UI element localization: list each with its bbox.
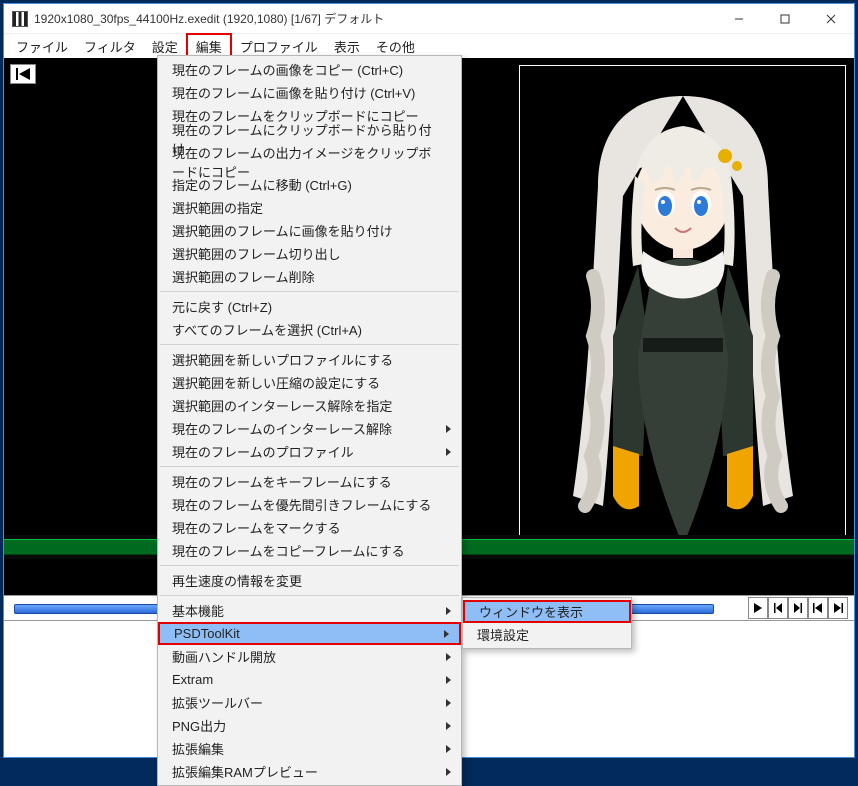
dropdown-separator bbox=[160, 291, 459, 292]
character-image bbox=[543, 76, 823, 566]
dropdown-item[interactable]: 現在のフレームをキーフレームにする bbox=[158, 470, 461, 493]
dropdown-item[interactable]: 選択範囲のフレーム切り出し bbox=[158, 242, 461, 265]
submenu-arrow-icon bbox=[446, 425, 451, 433]
menu-file[interactable]: ファイル bbox=[8, 35, 76, 58]
dropdown-separator bbox=[160, 565, 459, 566]
dropdown-item[interactable]: 現在のフレームの出力イメージをクリップボードにコピー bbox=[158, 150, 461, 173]
window-controls bbox=[716, 4, 854, 34]
maximize-button[interactable] bbox=[762, 4, 808, 34]
dropdown-item[interactable]: 現在のフレームをコピーフレームにする bbox=[158, 539, 461, 562]
submenu-arrow-icon bbox=[446, 699, 451, 707]
submenu-arrow-icon bbox=[446, 745, 451, 753]
dropdown-item[interactable]: 動画ハンドル開放 bbox=[158, 645, 461, 668]
dropdown-item[interactable]: 現在のフレームの画像をコピー (Ctrl+C) bbox=[158, 58, 461, 81]
transport-controls bbox=[748, 595, 848, 621]
window-title: 1920x1080_30fps_44100Hz.exedit (1920,108… bbox=[34, 10, 716, 27]
submenu-arrow-icon bbox=[446, 653, 451, 661]
go-start-button[interactable] bbox=[10, 64, 36, 84]
dropdown-separator bbox=[160, 466, 459, 467]
dropdown-item[interactable]: 拡張編集 bbox=[158, 737, 461, 760]
step-fwd-button[interactable] bbox=[788, 597, 808, 619]
dropdown-item[interactable]: すべてのフレームを選択 (Ctrl+A) bbox=[158, 318, 461, 341]
submenu-item[interactable]: ウィンドウを表示 bbox=[463, 600, 631, 623]
psdtoolkit-submenu: ウィンドウを表示環境設定 bbox=[462, 597, 632, 649]
submenu-arrow-icon bbox=[446, 607, 451, 615]
go-start-button-2[interactable] bbox=[808, 597, 828, 619]
submenu-arrow-icon bbox=[444, 630, 449, 638]
edit-dropdown: 現在のフレームの画像をコピー (Ctrl+C)現在のフレームに画像を貼り付け (… bbox=[157, 55, 462, 786]
dropdown-item[interactable]: 基本機能 bbox=[158, 599, 461, 622]
dropdown-item[interactable]: 選択範囲のインターレース解除を指定 bbox=[158, 394, 461, 417]
dropdown-item[interactable]: 拡張編集RAMプレビュー bbox=[158, 760, 461, 783]
dropdown-item[interactable]: 選択範囲を新しい圧縮の設定にする bbox=[158, 371, 461, 394]
submenu-arrow-icon bbox=[446, 722, 451, 730]
dropdown-item[interactable]: 選択範囲を新しいプロファイルにする bbox=[158, 348, 461, 371]
dropdown-item[interactable]: 現在のフレームのプロファイル bbox=[158, 440, 461, 463]
minimize-button[interactable] bbox=[716, 4, 762, 34]
dropdown-item[interactable]: 指定のフレームに移動 (Ctrl+G) bbox=[158, 173, 461, 196]
step-back-button[interactable] bbox=[768, 597, 788, 619]
menu-filter[interactable]: フィルタ bbox=[76, 35, 144, 58]
dropdown-item[interactable]: 選択範囲のフレーム削除 bbox=[158, 265, 461, 288]
submenu-arrow-icon bbox=[446, 676, 451, 684]
dropdown-item[interactable]: 再生速度の情報を変更 bbox=[158, 569, 461, 592]
dropdown-item[interactable]: 選択範囲の指定 bbox=[158, 196, 461, 219]
preview-frame bbox=[519, 65, 846, 575]
dropdown-item[interactable]: PNG出力 bbox=[158, 714, 461, 737]
dropdown-item[interactable]: 現在のフレームのインターレース解除 bbox=[158, 417, 461, 440]
dropdown-separator bbox=[160, 595, 459, 596]
dropdown-item[interactable]: Extram bbox=[158, 668, 461, 691]
dropdown-item[interactable]: 現在のフレームをマークする bbox=[158, 516, 461, 539]
dropdown-separator bbox=[160, 344, 459, 345]
close-button[interactable] bbox=[808, 4, 854, 34]
dropdown-item[interactable]: PSDToolKit bbox=[158, 622, 461, 645]
dropdown-item[interactable]: 元に戻す (Ctrl+Z) bbox=[158, 295, 461, 318]
submenu-arrow-icon bbox=[446, 768, 451, 776]
play-button[interactable] bbox=[748, 597, 768, 619]
go-end-button[interactable] bbox=[828, 597, 848, 619]
dropdown-item[interactable]: 現在のフレームを優先間引きフレームにする bbox=[158, 493, 461, 516]
app-icon bbox=[12, 11, 28, 27]
dropdown-item[interactable]: 拡張ツールバー bbox=[158, 691, 461, 714]
dropdown-item[interactable]: 現在のフレームに画像を貼り付け (Ctrl+V) bbox=[158, 81, 461, 104]
dropdown-item[interactable]: 選択範囲のフレームに画像を貼り付け bbox=[158, 219, 461, 242]
submenu-arrow-icon bbox=[446, 448, 451, 456]
titlebar: 1920x1080_30fps_44100Hz.exedit (1920,108… bbox=[4, 4, 854, 34]
submenu-item[interactable]: 環境設定 bbox=[463, 623, 631, 646]
